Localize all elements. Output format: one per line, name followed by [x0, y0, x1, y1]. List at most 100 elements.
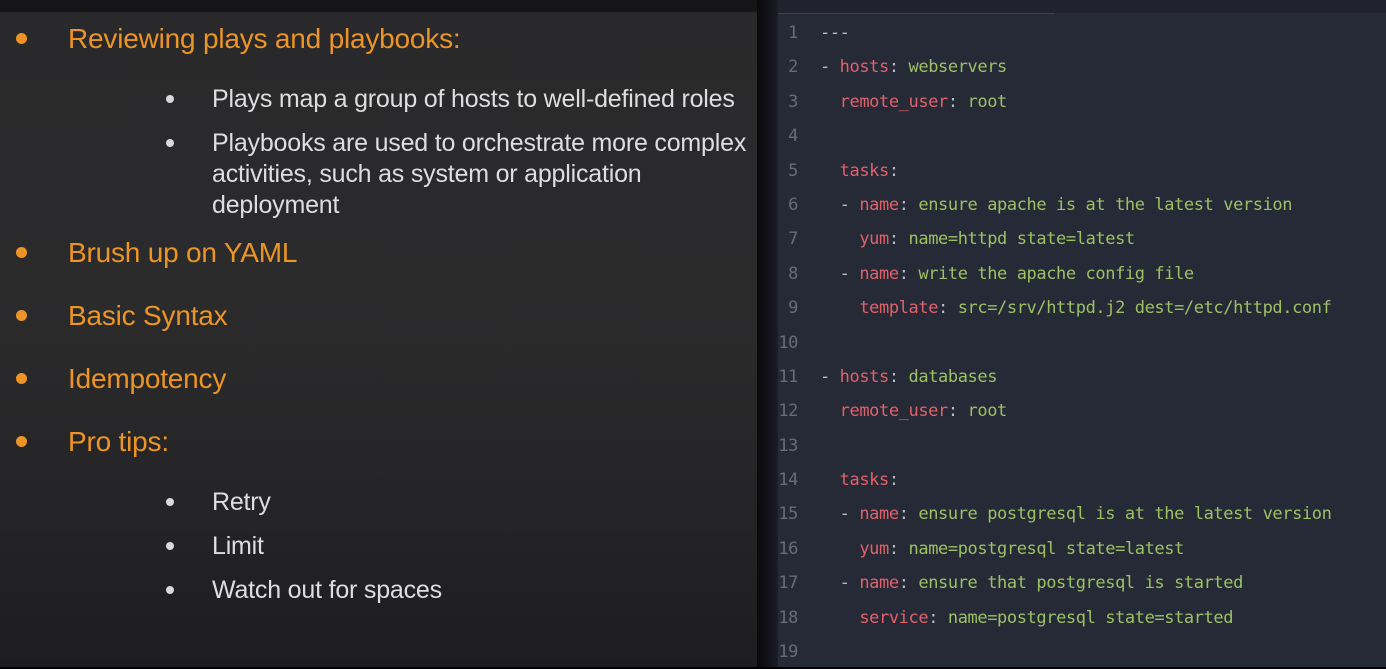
code-token-punct: : — [899, 195, 909, 215]
code-line: 7 yum: name=httpd state=latest — [778, 222, 1386, 256]
bullet-dot — [16, 436, 27, 447]
code-token-punct — [820, 229, 859, 249]
line-number: 8 — [778, 257, 798, 291]
code-text: - name: write the apache config file — [820, 264, 1194, 284]
code-token-punct: : — [889, 367, 899, 387]
line-number: 9 — [778, 291, 798, 325]
slide-panel: Reviewing plays and playbooks: Plays map … — [0, 0, 757, 667]
code-token-value: name=httpd state=latest — [899, 229, 1135, 249]
code-line: 17 - name: ensure that postgresql is sta… — [778, 566, 1386, 600]
line-number: 14 — [778, 463, 798, 497]
bullet-item: Reviewing plays and playbooks: — [0, 22, 757, 56]
code-token-key: tasks — [840, 161, 889, 181]
line-number: 17 — [778, 566, 798, 600]
line-number: 3 — [778, 85, 798, 119]
code-line: 9 template: src=/srv/httpd.j2 dest=/etc/… — [778, 291, 1386, 325]
code-line: 6 - name: ensure apache is at the latest… — [778, 188, 1386, 222]
sub-bullet-item: Watch out for spaces — [0, 575, 757, 606]
code-text: template: src=/srv/httpd.j2 dest=/etc/ht… — [820, 298, 1331, 318]
code-token-punct: : — [889, 229, 899, 249]
code-token-punct — [820, 161, 840, 181]
line-number: 19 — [778, 635, 798, 669]
line-number: 1 — [778, 16, 798, 50]
code-panel: 1---2- hosts: webservers3 remote_user: r… — [778, 0, 1386, 667]
code-token-key: yum — [859, 229, 889, 249]
code-token-value: ensure apache is at the latest version — [909, 195, 1293, 215]
code-token-value: write the apache config file — [909, 264, 1194, 284]
code-text: - hosts: webservers — [820, 57, 1007, 77]
line-number: 6 — [778, 188, 798, 222]
sub-bullet-item: Playbooks are used to orchestrate more c… — [0, 128, 757, 221]
line-number: 16 — [778, 532, 798, 566]
code-text: remote_user: root — [820, 401, 1007, 421]
code-line: 2 - hosts: webservers — [778, 50, 1386, 84]
code-token-punct: - — [820, 573, 859, 593]
code-token-punct: - — [820, 57, 840, 77]
sub-bullet-item: Limit — [0, 531, 757, 562]
code-line: 8 - name: write the apache config file — [778, 257, 1386, 291]
code-line: 1 --- — [778, 16, 1386, 50]
code-line: 18 service: name=postgresql state=starte… — [778, 601, 1386, 635]
code-token-punct: --- — [820, 23, 850, 43]
bullet-item: Pro tips: — [0, 425, 757, 459]
code-token-key: template — [859, 298, 938, 318]
code-line: 12 remote_user: root — [778, 394, 1386, 428]
code-text: --- — [820, 23, 850, 43]
code-line: 16 yum: name=postgresql state=latest — [778, 532, 1386, 566]
code-token-value: name=postgresql state=latest — [899, 539, 1184, 559]
line-number: 15 — [778, 497, 798, 531]
line-number: 2 — [778, 50, 798, 84]
code-token-key: remote_user — [840, 401, 948, 421]
code-text: - name: ensure that postgresql is starte… — [820, 573, 1243, 593]
code-text: yum: name=postgresql state=latest — [820, 539, 1184, 559]
code-text: yum: name=httpd state=latest — [820, 229, 1135, 249]
bullet-text: Plays map a group of hosts to well-defin… — [212, 84, 752, 115]
code-token-value: src=/srv/httpd.j2 dest=/etc/httpd.conf — [948, 298, 1332, 318]
code-line: 10 — [778, 326, 1386, 360]
code-token-key: hosts — [840, 57, 889, 77]
code-line: 14 tasks: — [778, 463, 1386, 497]
bullet-dot — [16, 310, 27, 321]
line-number: 7 — [778, 222, 798, 256]
code-token-punct — [820, 401, 840, 421]
line-number: 18 — [778, 601, 798, 635]
line-number: 12 — [778, 394, 798, 428]
code-line: 5 tasks: — [778, 154, 1386, 188]
sub-bullet-item: Plays map a group of hosts to well-defin… — [0, 84, 757, 115]
code-line: 4 — [778, 119, 1386, 153]
code-token-key: name — [859, 573, 898, 593]
bullet-text: Pro tips: — [68, 426, 169, 457]
code-token-punct: : — [948, 401, 958, 421]
code-token-punct: : — [938, 298, 948, 318]
line-number: 4 — [778, 119, 798, 153]
code-token-key: hosts — [840, 367, 889, 387]
code-token-punct: - — [820, 504, 859, 524]
code-token-key: name — [859, 504, 898, 524]
code-token-value: ensure postgresql is at the latest versi… — [909, 504, 1332, 524]
code-token-punct — [820, 608, 859, 628]
bullet-dot — [166, 542, 174, 550]
code-token-value: name=postgresql state=started — [938, 608, 1233, 628]
code-token-punct: : — [899, 573, 909, 593]
code-token-punct: : — [889, 539, 899, 559]
code-line: 15 - name: ensure postgresql is at the l… — [778, 497, 1386, 531]
code-token-punct: : — [889, 161, 899, 181]
code-token-value: databases — [899, 367, 997, 387]
line-number: 10 — [778, 326, 798, 360]
bullet-text: Watch out for spaces — [212, 575, 752, 606]
code-token-punct: : — [948, 92, 958, 112]
code-line: 19 — [778, 635, 1386, 669]
code-token-punct: - — [820, 195, 859, 215]
bullet-item: Idempotency — [0, 362, 757, 396]
line-number: 5 — [778, 154, 798, 188]
bullet-item: Basic Syntax — [0, 299, 757, 333]
code-token-punct — [820, 539, 859, 559]
bullet-dot — [16, 247, 27, 258]
bullet-text: Basic Syntax — [68, 300, 227, 331]
code-text: remote_user: root — [820, 92, 1007, 112]
code-token-key: tasks — [840, 470, 889, 490]
bullet-dot — [166, 586, 174, 594]
bullet-text: Reviewing plays and playbooks: — [68, 23, 460, 54]
panel-divider — [757, 0, 778, 667]
code-text: tasks: — [820, 161, 899, 181]
